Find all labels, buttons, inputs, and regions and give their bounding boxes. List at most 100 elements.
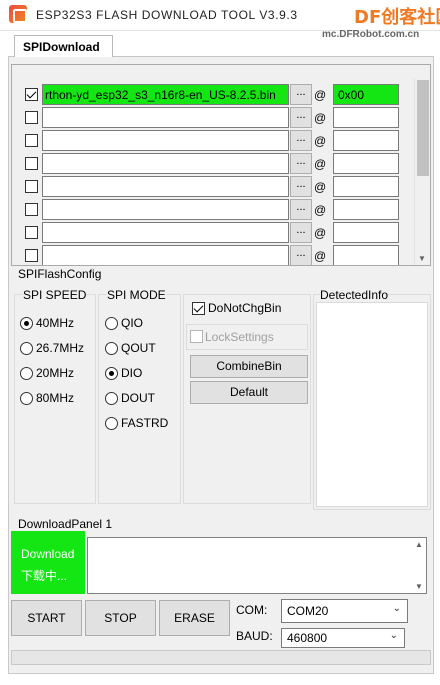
- file-enable-checkbox[interactable]: [25, 226, 38, 239]
- at-sign: @: [314, 203, 327, 217]
- spi-mode-option-label: FASTRD: [121, 416, 169, 430]
- baud-value: 460800: [287, 631, 328, 645]
- spi-speed-option-radio[interactable]: [20, 342, 33, 355]
- spi-speed-option-radio[interactable]: [20, 367, 33, 380]
- chevron-down-icon: ⌄: [392, 603, 401, 614]
- spi-mode-option-radio[interactable]: [105, 367, 118, 380]
- file-row: ... @: [12, 175, 416, 198]
- file-list-scrollbar[interactable]: ▲ ▼: [414, 78, 430, 265]
- detected-info-title: DetectedInfo: [320, 288, 389, 302]
- detected-info-box: [316, 302, 428, 507]
- address-input[interactable]: [333, 176, 399, 197]
- file-row: ... @: [12, 221, 416, 244]
- download-log[interactable]: ▲ ▼: [87, 537, 427, 594]
- file-row: ... @: [12, 198, 416, 221]
- address-input[interactable]: [333, 199, 399, 220]
- file-enable-checkbox[interactable]: [25, 157, 38, 170]
- file-enable-checkbox[interactable]: [25, 88, 38, 101]
- spi-mode-option-radio[interactable]: [105, 417, 118, 430]
- file-enable-checkbox[interactable]: [25, 249, 38, 262]
- lock-settings-label: LockSettings: [205, 330, 274, 344]
- spi-speed-option-label: 20MHz: [36, 366, 75, 380]
- file-path-input[interactable]: [42, 245, 289, 265]
- address-input[interactable]: [333, 107, 399, 128]
- file-path-input[interactable]: [42, 176, 289, 197]
- at-sign: @: [314, 157, 327, 171]
- browse-button[interactable]: ...: [290, 84, 312, 105]
- do-not-chg-bin-label: DoNotChgBin: [208, 301, 282, 315]
- file-path-input[interactable]: [42, 199, 289, 220]
- erase-button[interactable]: ERASE: [159, 600, 230, 636]
- download-status: Download 下载中...: [11, 531, 85, 594]
- combine-bin-button[interactable]: CombineBin: [190, 355, 308, 378]
- chevron-down-icon: ⌄: [389, 630, 398, 641]
- window-title: ESP32S3 FLASH DOWNLOAD TOOL V3.9.3: [36, 8, 298, 22]
- spi-mode-option-radio[interactable]: [105, 392, 118, 405]
- file-path-input[interactable]: rthon-yd_esp32_s3_n16r8-en_US-8.2.5.bin: [42, 84, 289, 105]
- baud-label: BAUD:: [236, 629, 273, 643]
- spi-mode-option-label: QIO: [121, 316, 144, 330]
- browse-button[interactable]: ...: [290, 199, 312, 220]
- browse-button[interactable]: ...: [290, 107, 312, 128]
- address-input[interactable]: 0x00: [333, 84, 399, 105]
- start-button[interactable]: START: [11, 600, 82, 636]
- file-list: rthon-yd_esp32_s3_n16r8-en_US-8.2.5.bin.…: [11, 64, 431, 266]
- spi-speed-option-radio[interactable]: [20, 317, 33, 330]
- file-path-input[interactable]: [42, 222, 289, 243]
- browse-button[interactable]: ...: [290, 176, 312, 197]
- at-sign: @: [314, 180, 327, 194]
- file-path-input[interactable]: [42, 153, 289, 174]
- address-input[interactable]: [333, 130, 399, 151]
- do-not-chg-bin-checkbox[interactable]: [192, 302, 205, 315]
- log-scrollbar[interactable]: ▲ ▼: [411, 538, 426, 593]
- file-path-input[interactable]: [42, 130, 289, 151]
- download-status-cn: 下载中...: [21, 569, 68, 583]
- download-panel-title: DownloadPanel 1: [18, 517, 113, 531]
- log-scroll-up-icon[interactable]: ▲: [415, 540, 423, 549]
- file-enable-checkbox[interactable]: [25, 134, 38, 147]
- file-row: rthon-yd_esp32_s3_n16r8-en_US-8.2.5.bin.…: [12, 83, 416, 106]
- tab-spidownload[interactable]: SPIDownload: [14, 35, 113, 57]
- at-sign: @: [314, 88, 327, 102]
- scroll-down-icon[interactable]: ▼: [418, 254, 426, 263]
- com-select[interactable]: COM20 ⌄: [281, 599, 408, 623]
- file-enable-checkbox[interactable]: [25, 203, 38, 216]
- file-row: ... @: [12, 106, 416, 129]
- spi-mode-option-radio[interactable]: [105, 317, 118, 330]
- at-sign: @: [314, 134, 327, 148]
- baud-select[interactable]: 460800 ⌄: [281, 628, 405, 648]
- address-input[interactable]: [333, 153, 399, 174]
- spi-mode-title: SPI MODE: [107, 288, 166, 302]
- file-row: ... @: [12, 152, 416, 175]
- file-enable-checkbox[interactable]: [25, 180, 38, 193]
- spi-speed-option-radio[interactable]: [20, 392, 33, 405]
- address-input[interactable]: [333, 222, 399, 243]
- file-enable-checkbox[interactable]: [25, 111, 38, 124]
- spi-speed-option-label: 40MHz: [36, 316, 75, 330]
- scroll-thumb[interactable]: [417, 80, 429, 176]
- com-label: COM:: [236, 603, 268, 617]
- file-row: ... @: [12, 244, 416, 265]
- com-value: COM20: [287, 604, 329, 618]
- at-sign: @: [314, 111, 327, 125]
- log-scroll-down-icon[interactable]: ▼: [415, 582, 423, 591]
- spi-mode-option-label: DOUT: [121, 391, 155, 405]
- spi-mode-option-radio[interactable]: [105, 342, 118, 355]
- address-input[interactable]: [333, 245, 399, 265]
- at-sign: @: [314, 226, 327, 240]
- watermark-logo: DF创客社区: [354, 7, 440, 28]
- spi-speed-option-label: 80MHz: [36, 391, 75, 405]
- app-icon: [9, 5, 27, 23]
- browse-button[interactable]: ...: [290, 245, 312, 265]
- browse-button[interactable]: ...: [290, 153, 312, 174]
- stop-button[interactable]: STOP: [85, 600, 156, 636]
- browse-button[interactable]: ...: [290, 222, 312, 243]
- spi-mode-option-label: QOUT: [121, 341, 156, 355]
- at-sign: @: [314, 249, 327, 263]
- file-path-input[interactable]: [42, 107, 289, 128]
- watermark-url: mc.DFRobot.com.cn: [322, 29, 420, 40]
- default-button[interactable]: Default: [190, 381, 308, 404]
- lock-settings-checkbox[interactable]: [190, 330, 203, 343]
- browse-button[interactable]: ...: [290, 130, 312, 151]
- file-row: ... @: [12, 129, 416, 152]
